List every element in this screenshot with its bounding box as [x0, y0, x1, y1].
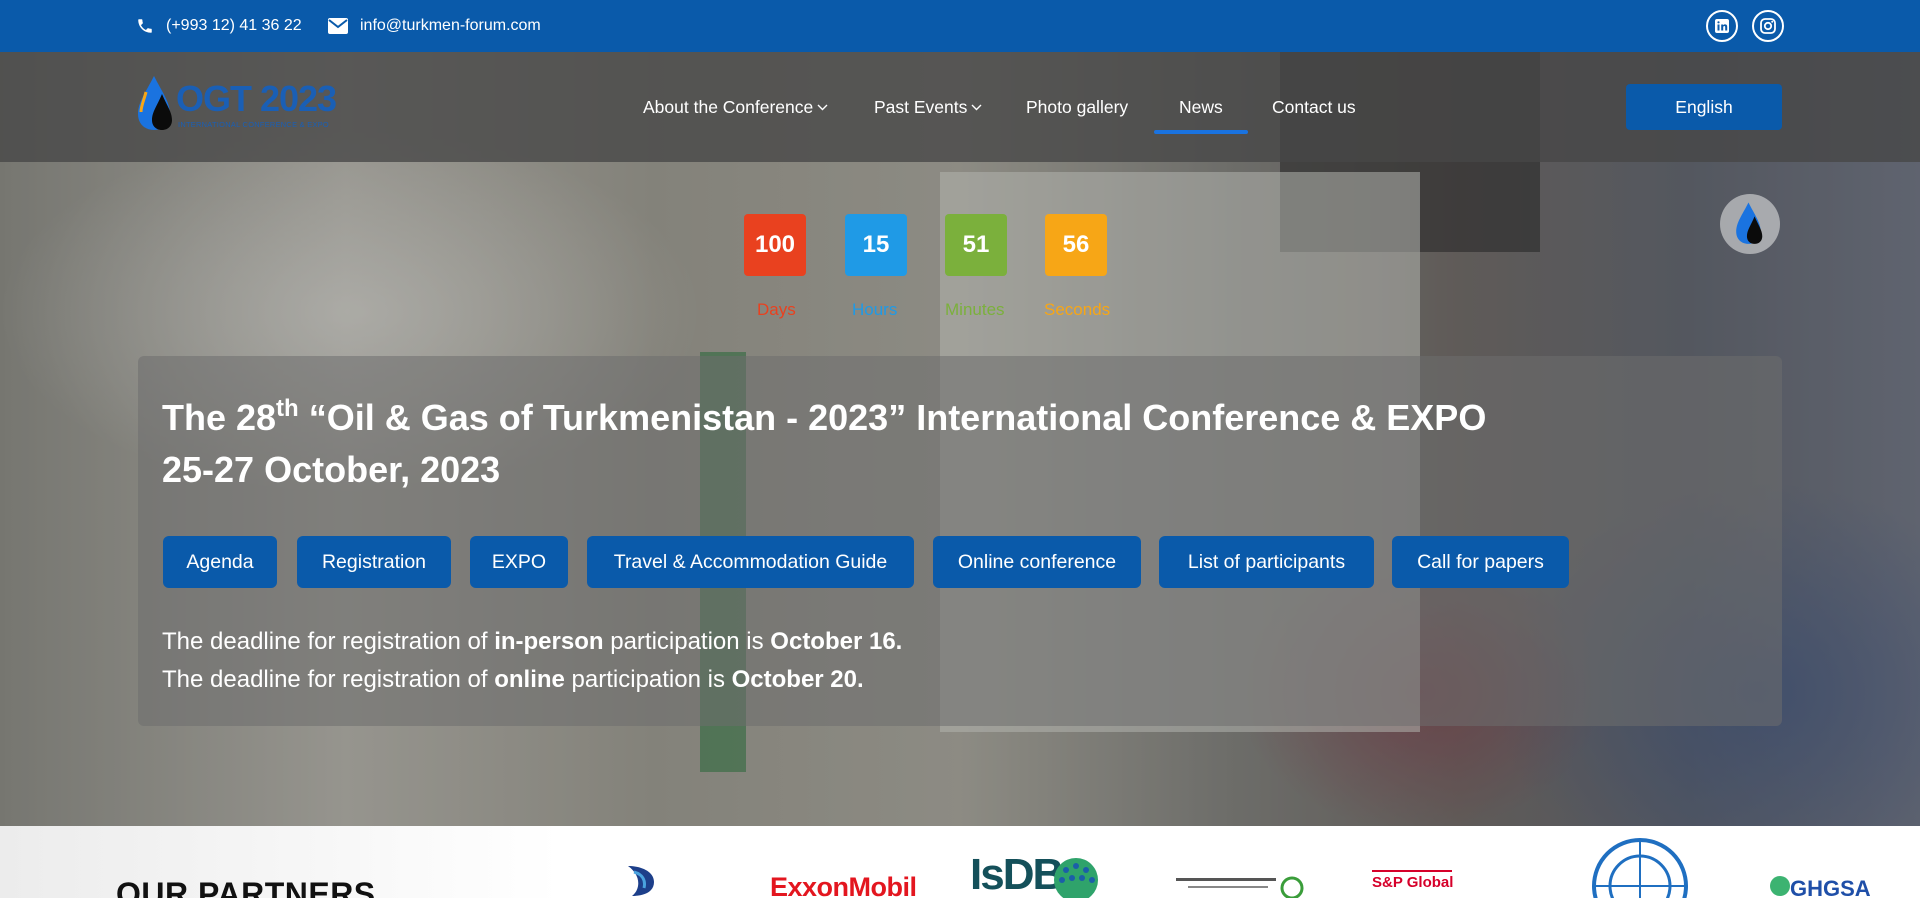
- nav-label: News: [1179, 96, 1223, 117]
- countdown-days: 100: [744, 214, 806, 276]
- ghgsa-leaf-icon: [1770, 876, 1790, 896]
- email-address: info@turkmen-forum.com: [360, 17, 541, 34]
- countdown-seconds-label: Seconds: [1044, 300, 1111, 319]
- deadline-text: participation is: [603, 628, 771, 655]
- chevron-down-icon: [817, 104, 828, 110]
- nav-label: Contact us: [1272, 96, 1356, 117]
- un-emblem-icon[interactable]: [1578, 838, 1702, 898]
- list-of-participants-button[interactable]: List of participants: [1159, 536, 1374, 588]
- deadline-online: The deadline for registration of online …: [162, 666, 864, 694]
- active-nav-indicator: [1154, 130, 1248, 134]
- dubai-electricity-logo-icon[interactable]: [1168, 866, 1312, 898]
- deadline-mode: online: [494, 666, 565, 693]
- deadline-text: participation is: [564, 666, 732, 693]
- oil-drop-icon: [138, 76, 172, 130]
- registration-button[interactable]: Registration: [297, 536, 451, 588]
- countdown-minutes-label: Minutes: [945, 300, 1005, 319]
- title-ordinal: th: [276, 395, 299, 422]
- conference-dates: 25-27 October, 2023: [162, 449, 501, 490]
- partners-title: OUR PARTNERS: [116, 876, 376, 898]
- envelope-icon: [328, 18, 348, 34]
- countdown-hours: 15: [845, 214, 907, 276]
- conference-title: The 28th “Oil & Gas of Turkmenistan - 20…: [162, 392, 1722, 496]
- partner-logo-sp-global[interactable]: S&P Global: [1372, 874, 1453, 891]
- language-button[interactable]: English: [1626, 84, 1782, 130]
- deadline-text: The deadline for registration of: [162, 666, 495, 693]
- nav-label: Past Events: [874, 96, 968, 117]
- top-bar: (+993 12) 41 36 22 info@turkmen-forum.co…: [0, 0, 1920, 52]
- title-prefix: The 28: [162, 397, 277, 438]
- partner-logo-exxonmobil[interactable]: ExxonMobil: [770, 872, 917, 898]
- phone-contact[interactable]: (+993 12) 41 36 22: [136, 0, 302, 52]
- agenda-button[interactable]: Agenda: [163, 536, 277, 588]
- travel-accommodation-guide-button[interactable]: Travel & Accommodation Guide: [587, 536, 914, 588]
- partner-logo-icon[interactable]: [622, 862, 658, 898]
- deadline-mode: in-person: [494, 628, 604, 655]
- logo-name: OGT 2023: [176, 78, 337, 119]
- nav-photo-gallery[interactable]: Photo gallery: [1026, 52, 1128, 162]
- title-rest: “Oil & Gas of Turkmenistan - 2023” Inter…: [298, 397, 1487, 438]
- expo-button[interactable]: EXPO: [470, 536, 568, 588]
- nav-news[interactable]: News: [1179, 52, 1223, 162]
- nav-label: About the Conference: [643, 96, 814, 117]
- site-logo[interactable]: OGT 2023 INTERNATIONAL CONFERENCE & EXPO: [136, 74, 352, 134]
- email-contact[interactable]: info@turkmen-forum.com: [328, 0, 541, 52]
- oil-drop-icon: [1736, 202, 1763, 244]
- sp-global-line: [1372, 870, 1452, 872]
- countdown-hours-label: Hours: [852, 300, 898, 319]
- countdown-minutes: 51: [945, 214, 1007, 276]
- deadline-date: October 16.: [770, 628, 903, 655]
- chevron-down-icon: [971, 104, 982, 110]
- linkedin-icon[interactable]: [1706, 10, 1738, 42]
- isdb-globe-icon: [1054, 858, 1098, 898]
- call-for-papers-button[interactable]: Call for papers: [1392, 536, 1569, 588]
- deadline-in-person: The deadline for registration of in-pers…: [162, 628, 902, 656]
- nav-label: Photo gallery: [1026, 96, 1129, 117]
- instagram-icon[interactable]: [1752, 10, 1784, 42]
- nav-about-the-conference[interactable]: About the Conference: [643, 52, 828, 162]
- floating-logo-button[interactable]: [1720, 194, 1780, 254]
- online-conference-button[interactable]: Online conference: [933, 536, 1141, 588]
- logo-tagline: INTERNATIONAL CONFERENCE & EXPO: [178, 120, 329, 129]
- partners-section: OUR PARTNERS ExxonMobil IsDB S&P Global …: [0, 826, 1920, 898]
- countdown-seconds: 56: [1045, 214, 1107, 276]
- countdown-days-label: Days: [757, 300, 796, 319]
- partner-logo-ghgsa[interactable]: GHGSA: [1790, 876, 1871, 898]
- deadline-text: The deadline for registration of: [162, 628, 495, 655]
- nav-contact-us[interactable]: Contact us: [1272, 52, 1356, 162]
- nav-past-events[interactable]: Past Events: [874, 52, 982, 162]
- phone-number: (+993 12) 41 36 22: [166, 17, 302, 34]
- phone-icon: [138, 19, 152, 33]
- deadline-date: October 20.: [731, 666, 864, 693]
